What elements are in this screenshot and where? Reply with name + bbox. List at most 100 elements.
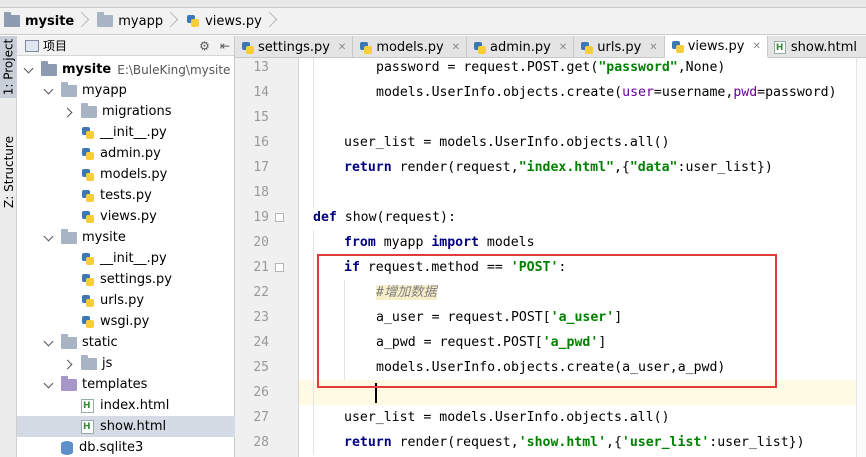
tab-structure-tool-window[interactable]: Z: Structure [0,122,17,222]
close-tab-icon[interactable]: ✕ [338,42,346,53]
close-tab-icon[interactable]: ✕ [649,42,657,53]
indent-guide [344,280,345,380]
tree-item[interactable]: myapp [17,80,127,101]
code-line[interactable]: user_list = models.UserInfo.objects.all(… [299,405,866,430]
project-panel: 项目 ⚙ ⇤ mysite E:\BuleKing\mysite myapp migr… [17,36,235,457]
code-token: :user_list}) [709,435,805,450]
python-file-icon [186,14,200,28]
code-line[interactable]: a_user = request.POST['a_user'] [299,305,866,330]
line-number: 15 [253,110,269,125]
python-file-icon [81,315,95,329]
line-number: 26 [253,385,269,400]
tree-item-label: wsgi.py [100,314,150,329]
breadcrumb-item-mysite[interactable]: mysite [0,8,93,35]
breadcrumb-item-myapp[interactable]: myapp [93,8,182,35]
code-line[interactable]: models.UserInfo.objects.create(user=user… [299,80,866,105]
tree-item[interactable]: __init__.py [17,122,167,143]
code-editor[interactable]: password = request.POST.get("password",N… [299,58,866,457]
tree-item[interactable]: migrations [17,101,172,122]
close-tab-icon[interactable]: ✕ [452,42,460,53]
editor-scrollbar[interactable] [856,58,866,457]
code-line[interactable] [299,105,866,130]
tree-item[interactable]: urls.py [17,290,144,311]
chevron-down-icon[interactable] [43,232,55,244]
tab-project-tool-window[interactable]: 1: Project [0,36,17,98]
code-line[interactable]: from myapp import models [299,230,866,255]
code-line[interactable] [299,380,866,405]
tree-item[interactable]: mysite E:\BuleKing\mysite [17,59,230,80]
code-line[interactable]: password = request.POST.get("password",N… [299,58,866,80]
tree-item-label: mysite [82,230,126,245]
tab-admin-py[interactable]: admin.py ✕ [467,36,575,58]
tree-item[interactable]: wsgi.py [17,311,149,332]
python-file-icon [81,126,95,140]
code-token: a_pwd = request.POST[ [376,335,543,350]
tree-item[interactable]: templates [17,374,147,395]
tree-item[interactable]: mysite [17,227,126,248]
code-line[interactable]: return render(request,"index.html",{"dat… [299,155,866,180]
tree-item[interactable]: settings.py [17,269,172,290]
code-line[interactable]: models.UserInfo.objects.create(a_user,a_… [299,355,866,380]
code-line[interactable]: if request.method == 'POST': [299,255,866,280]
line-number: 21 [253,260,269,275]
line-number: 25 [253,360,269,375]
code-line[interactable]: user_list = models.UserInfo.objects.all(… [299,130,866,155]
tree-item[interactable]: index.html [17,395,169,416]
tree-item-label: templates [82,377,148,392]
code-token: ] [598,335,607,350]
tree-item[interactable]: models.py [17,164,167,185]
code-line[interactable]: def show(request): [299,205,866,230]
line-number: 20 [253,235,269,250]
tab-models-py[interactable]: models.py ✕ [353,36,468,58]
tab-views-py[interactable]: views.py ✕ [664,36,768,58]
folder-icon [61,333,77,349]
line-number: 23 [253,310,269,325]
code-line[interactable]: a_pwd = request.POST['a_pwd'] [299,330,866,355]
python-file-icon [81,210,95,224]
code-token: 'a_user' [550,310,615,325]
close-tab-icon[interactable]: ✕ [559,42,567,53]
chevron-down-icon[interactable] [43,379,55,391]
tree-item[interactable]: views.py [17,206,157,227]
tree-item-label: mysite [62,62,112,77]
code-token: "password" [598,60,678,75]
collapse-icon[interactable]: ⇤ [220,39,230,53]
code-line[interactable]: #增加数据 [299,280,866,305]
tree-item[interactable]: __init__.py [17,248,167,269]
tab-urls-py[interactable]: urls.py ✕ [574,36,665,58]
tree-item-label: tests.py [100,188,152,203]
tab-show-html[interactable]: show.html✕ [768,36,866,58]
code-line[interactable]: return render(request,'show.html',{'user… [299,430,866,455]
code-token: myapp [375,235,432,250]
tree-item-label: migrations [102,104,172,119]
line-number: 22 [253,285,269,300]
chevron-down-icon[interactable] [23,64,35,76]
tree-item[interactable]: tests.py [17,185,152,206]
line-number: 19 [253,210,269,225]
line-number: 18 [253,185,269,200]
fold-marker-icon[interactable] [275,213,284,222]
tree-item-label: db.sqlite3 [79,440,144,455]
tree-item[interactable]: db.sqlite3 [17,437,143,457]
chevron-down-icon[interactable] [43,85,55,97]
code-line[interactable] [299,180,866,205]
tree-item[interactable]: static [17,332,118,353]
tree-item[interactable]: js [17,353,112,374]
chevron-right-icon[interactable] [63,358,75,370]
python-file-icon [81,189,95,203]
fold-marker-icon[interactable] [275,263,284,272]
settings-icon[interactable]: ⚙ [199,39,210,53]
breadcrumb-item-views-py[interactable]: views.py [182,8,281,35]
close-tab-icon[interactable]: ✕ [752,41,760,52]
code-token: show(request): [336,210,456,225]
tree-item[interactable]: show.html [17,416,235,437]
line-number: 17 [253,160,269,175]
tree-item[interactable]: admin.py [17,143,161,164]
editor-tab-bar: settings.py ✕ models.py ✕ admin.py ✕ urls.py ✕ v… [235,36,866,58]
editor-gutter: 13 14 15 16 17 18 19 20 21 22 23 24 25 26 27 28 [235,58,299,457]
tree-item-label: show.html [100,419,167,434]
chevron-right-icon[interactable] [63,106,75,118]
tab-label: views.py [687,38,745,54]
tree-item-label: settings.py [100,272,172,287]
chevron-down-icon[interactable] [43,337,55,349]
